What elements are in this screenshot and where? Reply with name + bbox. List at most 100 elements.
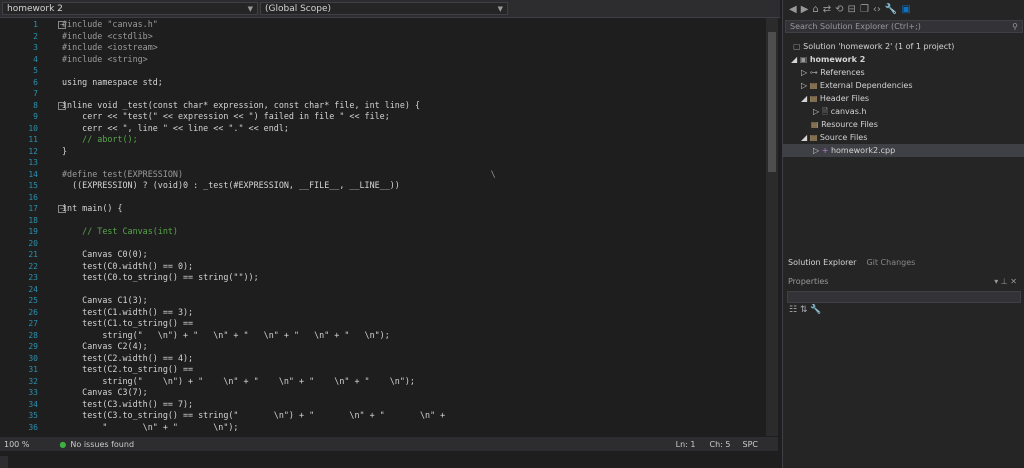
tree-item-label: External Dependencies	[819, 81, 913, 90]
code-line[interactable]: #include <iostream>	[62, 42, 158, 53]
scrollbar-thumb[interactable]	[768, 32, 776, 172]
code-line[interactable]: " \n" + " \n");	[62, 422, 238, 433]
line-number: 15	[28, 181, 38, 190]
tree-item-label: Solution 'homework 2' (1 of 1 project)	[803, 42, 955, 51]
code-line[interactable]: Canvas C1(3);	[62, 295, 148, 306]
chevron-down-icon[interactable]: ▾	[994, 277, 998, 286]
search-icon[interactable]: ⚲	[1012, 22, 1018, 31]
code-line[interactable]: string(" \n") + " \n" + " \n" + " \n" + …	[62, 376, 415, 387]
code-line[interactable]: using namespace std;	[62, 77, 163, 88]
collapsed-arrow-icon[interactable]: ▷	[801, 81, 807, 90]
line-indicator: Ln: 1	[675, 439, 696, 449]
solution-search-box[interactable]: Search Solution Explorer (Ctrl+;) ⚲	[785, 20, 1023, 33]
code-line[interactable]: test(C3.to_string() == string(" \n") + "…	[62, 410, 445, 421]
code-line[interactable]: inline void _test(const char* expression…	[62, 100, 420, 111]
code-line[interactable]: // Test Canvas(int)	[62, 226, 178, 237]
switch-views-icon[interactable]: ⇄	[823, 4, 831, 15]
issues-status[interactable]: No issues found	[70, 440, 134, 449]
code-line[interactable]: string(" \n") + " \n" + " \n" + " \n" + …	[62, 330, 389, 341]
collapse-all-icon[interactable]: ⊟	[848, 4, 856, 15]
code-line[interactable]: test(C1.to_string() ==	[62, 318, 193, 329]
code-area[interactable]: #include "canvas.h" #include <cstdlib> #in…	[62, 18, 764, 436]
code-line[interactable]: Canvas C2(4);	[62, 341, 148, 352]
close-icon[interactable]: ✕	[1010, 277, 1017, 286]
project-combo[interactable]: homework 2 ▼	[2, 2, 258, 15]
tree-item-solution[interactable]: ▢ Solution 'homework 2' (1 of 1 project)	[783, 40, 1024, 53]
line-number: 11	[28, 135, 38, 144]
code-line[interactable]: ((EXPRESSION) ? (void)0 : _test(#EXPRESS…	[62, 180, 400, 191]
tree-item-references[interactable]: ▷ ⊶ References	[783, 66, 1024, 79]
code-icon[interactable]: ‹›	[873, 4, 881, 15]
sync-icon[interactable]: ⟲	[835, 4, 843, 15]
scope-combo[interactable]: (Global Scope) ▼	[260, 2, 508, 15]
line-number: 1	[33, 20, 38, 29]
code-line[interactable]: test(C2.width() == 4);	[62, 353, 193, 364]
code-line[interactable]: test(C2.to_string() ==	[62, 364, 193, 375]
header-file-icon: 🗎	[821, 107, 829, 116]
code-line[interactable]: #include <string>	[62, 54, 148, 65]
code-line[interactable]: #include "canvas.h"	[62, 19, 158, 30]
categorized-icon[interactable]: ☷	[789, 305, 797, 315]
code-line[interactable]: #include <cstdlib>	[62, 31, 153, 42]
tree-item-canvas-h[interactable]: ▷ 🗎 canvas.h	[783, 105, 1024, 118]
code-line[interactable]: test(C1.width() == 3);	[62, 307, 193, 318]
home-icon[interactable]: ⌂	[812, 4, 818, 15]
line-number: 32	[28, 376, 38, 386]
code-line[interactable]: test(C3.width() == 7);	[62, 399, 193, 410]
alphabetical-icon[interactable]: ⇅	[800, 305, 808, 315]
expanded-arrow-icon[interactable]: ◢	[801, 94, 807, 103]
code-line[interactable]: }	[62, 146, 67, 157]
code-editor[interactable]: 1 2 3 4 5 6 7 8 9 10 11 12 13 14 15 16 17 18 19 20 21 22 23 24 2…	[0, 18, 778, 436]
line-number: 9	[33, 112, 38, 121]
tree-item-project[interactable]: ◢ ▣ homework 2	[783, 53, 1024, 66]
code-line[interactable]: int main() {	[62, 203, 123, 214]
line-number: 22	[28, 261, 38, 271]
tab-git-changes[interactable]: Git Changes	[866, 258, 915, 270]
chevron-down-icon: ▼	[497, 4, 503, 13]
property-pages-icon[interactable]: 🔧	[810, 305, 821, 315]
fold-toggle[interactable]: −	[58, 205, 66, 213]
line-number: 23	[28, 273, 38, 282]
collapsed-arrow-icon[interactable]: ▷	[801, 68, 807, 77]
line-number: 6	[33, 77, 38, 87]
preview-icon[interactable]: ▣	[901, 4, 910, 15]
code-line[interactable]: test(C0.to_string() == string(""));	[62, 272, 259, 283]
properties-object-selector[interactable]	[787, 291, 1021, 303]
tree-item-source-files[interactable]: ◢ ▤ Source Files	[783, 131, 1024, 144]
tree-item-header-files[interactable]: ◢ ▤ Header Files	[783, 92, 1024, 105]
properties-wrench-icon[interactable]: 🔧	[885, 4, 897, 15]
tree-item-label: Header Files	[819, 94, 870, 103]
filter-folder-icon: ▤	[811, 120, 819, 129]
code-line[interactable]: Canvas C3(7);	[62, 387, 148, 398]
tree-item-external-dependencies[interactable]: ▷ ▤ External Dependencies	[783, 79, 1024, 92]
collapsed-arrow-icon[interactable]: ▷	[813, 107, 819, 116]
line-number: 26	[28, 307, 38, 317]
tree-item-resource-files[interactable]: ▤ Resource Files	[783, 118, 1024, 131]
tree-item-label: canvas.h	[830, 107, 867, 116]
panel-tabs: Solution Explorer Git Changes	[783, 258, 1024, 270]
forward-icon[interactable]: ▶	[801, 4, 809, 15]
line-number-gutter: 1 2 3 4 5 6 7 8 9 10 11 12 13 14 15 16 17 18 19 20 21 22 23 24 2…	[0, 18, 56, 436]
back-icon[interactable]: ◀	[789, 4, 797, 15]
vertical-scrollbar[interactable]	[766, 18, 778, 436]
fold-toggle[interactable]: −	[58, 21, 66, 29]
code-line[interactable]: cerr << "test(" << expression << ") fail…	[62, 111, 390, 122]
code-line[interactable]: Canvas C0(0);	[62, 249, 148, 260]
solution-search-input[interactable]: Search Solution Explorer (Ctrl+;)	[790, 22, 921, 31]
code-line[interactable]: #define test(EXPRESSION) \	[62, 169, 496, 180]
chevron-down-icon: ▼	[247, 4, 253, 13]
expanded-arrow-icon[interactable]: ◢	[801, 133, 807, 142]
tab-solution-explorer[interactable]: Solution Explorer	[788, 258, 856, 270]
collapsed-arrow-icon[interactable]: ▷	[813, 146, 819, 155]
code-line[interactable]: cerr << ", line " << line << "." << endl…	[62, 123, 289, 134]
show-all-files-icon[interactable]: ❐	[860, 4, 869, 15]
fold-toggle[interactable]: −	[58, 101, 66, 110]
zoom-level[interactable]: 100 %	[4, 440, 29, 449]
code-line[interactable]: test(C0.width() == 0);	[62, 261, 193, 272]
pin-icon[interactable]: ⊥	[1001, 277, 1008, 286]
code-line[interactable]: // abort();	[62, 134, 137, 145]
tree-item-homework2-cpp[interactable]: ▷ + homework2.cpp	[783, 144, 1024, 157]
spacing-indicator[interactable]: SPC	[743, 440, 759, 449]
expanded-arrow-icon[interactable]: ◢	[791, 55, 797, 64]
line-number: 16	[28, 192, 38, 202]
